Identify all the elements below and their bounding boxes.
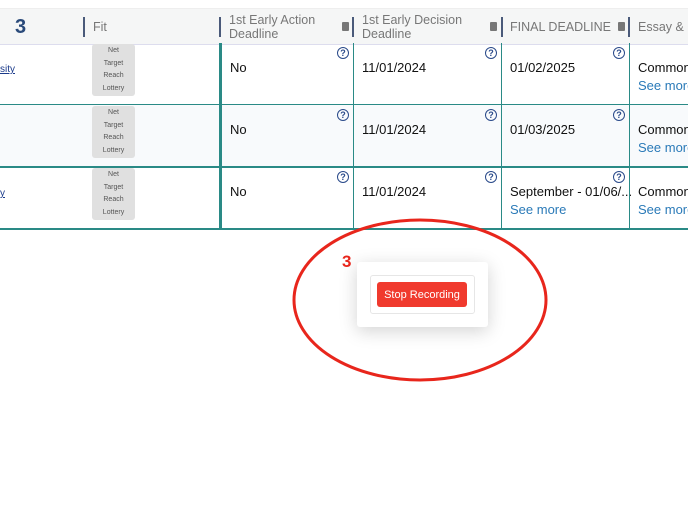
annotation-ellipse — [292, 218, 548, 382]
annotation-step-number: 3 — [342, 252, 352, 271]
